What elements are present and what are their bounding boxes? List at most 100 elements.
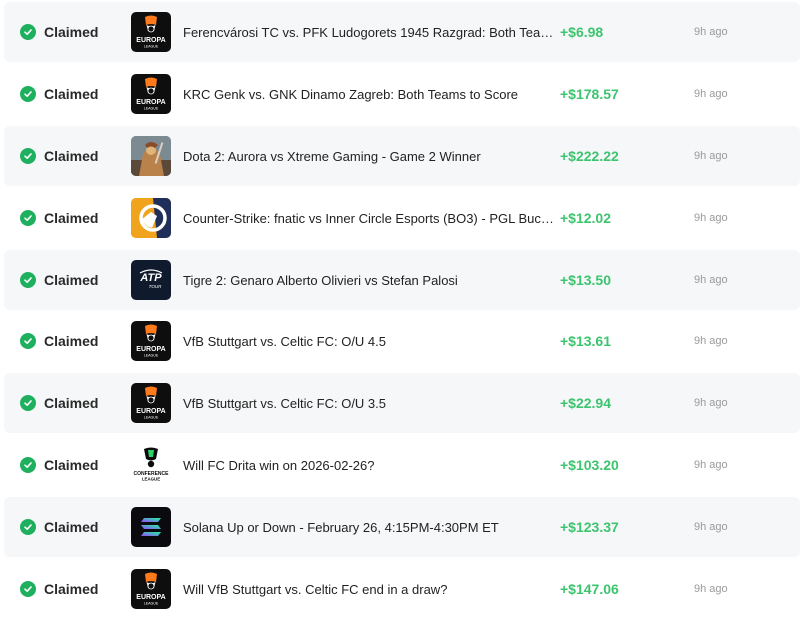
claimed-status: Claimed	[20, 2, 98, 62]
payout-amount: +$22.94	[560, 395, 611, 411]
status-label: Claimed	[44, 581, 99, 597]
claimed-status: Claimed	[20, 311, 98, 371]
market-title-text: VfB Stuttgart vs. Celtic FC: O/U 3.5	[183, 395, 387, 411]
europa-line2: LEAGUE	[144, 602, 159, 606]
europa-league-logo: EUROPA LEAGUE	[131, 569, 171, 609]
check-circle-icon	[20, 272, 36, 288]
status-label: Claimed	[44, 24, 99, 40]
payout-amount: +$147.06	[560, 581, 619, 597]
payout-amount: +$6.98	[560, 24, 604, 40]
claimed-status: Claimed	[20, 497, 98, 557]
atp-tour-logo: ATP TOUR	[131, 260, 171, 300]
market-title-text: KRC Genk vs. GNK Dinamo Zagreb: Both Tea…	[183, 86, 519, 102]
status-label: Claimed	[44, 272, 99, 288]
payout-amount: +$13.61	[560, 333, 611, 349]
market-title-text: Counter-Strike: fnatic vs Inner Circle E…	[183, 210, 555, 226]
check-circle-icon	[20, 395, 36, 411]
check-circle-icon	[20, 519, 36, 535]
payout-amount: +$123.37	[560, 519, 619, 535]
market-title[interactable]: VfB Stuttgart vs. Celtic FC: O/U 4.5	[183, 311, 555, 371]
market-title-text: Solana Up or Down - February 26, 4:15PM-…	[183, 519, 499, 535]
market-title[interactable]: Solana Up or Down - February 26, 4:15PM-…	[183, 497, 555, 557]
check-circle-icon	[20, 24, 36, 40]
market-title[interactable]: Will VfB Stuttgart vs. Celtic FC end in …	[183, 559, 555, 619]
claim-row[interactable]: Claimed ATP TOUR Tigre 2: Genaro Alberto…	[4, 250, 800, 310]
market-title[interactable]: Ferencvárosi TC vs. PFK Ludogorets 1945 …	[183, 2, 555, 62]
timestamp: 9h ago	[694, 274, 728, 286]
claim-row[interactable]: Claimed Solana Up or Down - February 26,…	[4, 497, 800, 557]
europa-league-logo: EUROPA LEAGUE	[131, 74, 171, 114]
market-title-text: Will FC Drita win on 2026-02-26?	[183, 457, 375, 473]
claim-row[interactable]: Claimed Counter-Strike: fnatic vs Inner …	[4, 188, 800, 248]
timestamp: 9h ago	[694, 459, 728, 471]
timestamp: 9h ago	[694, 397, 728, 409]
dota2-hero-logo	[131, 136, 171, 176]
europa-line2: LEAGUE	[144, 354, 159, 358]
claim-row[interactable]: Claimed CONFERENCE LEAGUE Will FC Drita …	[4, 435, 800, 495]
claimed-status: Claimed	[20, 188, 98, 248]
europa-league-logo: EUROPA LEAGUE	[131, 383, 171, 423]
check-circle-icon	[20, 457, 36, 473]
payout-amount: +$12.02	[560, 210, 611, 226]
europa-line1: EUROPA	[136, 594, 165, 601]
claim-row[interactable]: Claimed EUROPA LEAGUE Ferencvárosi TC vs…	[4, 2, 800, 62]
status-label: Claimed	[44, 210, 99, 226]
claimed-status: Claimed	[20, 126, 98, 186]
europa-league-logo: EUROPA LEAGUE	[131, 12, 171, 52]
claim-row[interactable]: Claimed EUROPA LEAGUE Will VfB Stuttgart…	[4, 559, 800, 619]
status-label: Claimed	[44, 395, 99, 411]
claim-row[interactable]: Claimed Dota 2: Aurora vs Xtreme Gaming …	[4, 126, 800, 186]
market-title[interactable]: Counter-Strike: fnatic vs Inner Circle E…	[183, 188, 555, 248]
claimed-status: Claimed	[20, 373, 98, 433]
claim-row[interactable]: Claimed EUROPA LEAGUE KRC Genk vs. GNK D…	[4, 64, 800, 124]
market-title-text: Tigre 2: Genaro Alberto Olivieri vs Stef…	[183, 272, 458, 288]
market-title[interactable]: Will FC Drita win on 2026-02-26?	[183, 435, 555, 495]
europa-line1: EUROPA	[136, 99, 165, 106]
claims-list: Claimed EUROPA LEAGUE Ferencvárosi TC vs…	[0, 0, 800, 625]
status-label: Claimed	[44, 86, 99, 102]
counter-strike-logo	[131, 198, 171, 238]
timestamp: 9h ago	[694, 212, 728, 224]
conference-line2: LEAGUE	[142, 477, 160, 482]
market-title[interactable]: Tigre 2: Genaro Alberto Olivieri vs Stef…	[183, 250, 555, 310]
payout-amount: +$13.50	[560, 272, 611, 288]
check-circle-icon	[20, 210, 36, 226]
timestamp: 9h ago	[694, 150, 728, 162]
europa-line2: LEAGUE	[144, 45, 159, 49]
claimed-status: Claimed	[20, 559, 98, 619]
europa-line1: EUROPA	[136, 37, 165, 44]
timestamp: 9h ago	[694, 26, 728, 38]
claimed-status: Claimed	[20, 435, 98, 495]
status-label: Claimed	[44, 519, 99, 535]
market-title[interactable]: VfB Stuttgart vs. Celtic FC: O/U 3.5	[183, 373, 555, 433]
status-label: Claimed	[44, 457, 99, 473]
payout-amount: +$178.57	[560, 86, 619, 102]
market-title[interactable]: KRC Genk vs. GNK Dinamo Zagreb: Both Tea…	[183, 64, 555, 124]
timestamp: 9h ago	[694, 88, 728, 100]
europa-line1: EUROPA	[136, 408, 165, 415]
status-label: Claimed	[44, 148, 99, 164]
payout-amount: +$103.20	[560, 457, 619, 473]
timestamp: 9h ago	[694, 521, 728, 533]
market-title-text: Dota 2: Aurora vs Xtreme Gaming - Game 2…	[183, 148, 481, 164]
europa-league-logo: EUROPA LEAGUE	[131, 321, 171, 361]
europa-line2: LEAGUE	[144, 107, 159, 111]
europa-line1: EUROPA	[136, 346, 165, 353]
claim-row[interactable]: Claimed EUROPA LEAGUE VfB Stuttgart vs. …	[4, 373, 800, 433]
check-circle-icon	[20, 333, 36, 349]
claim-row[interactable]: Claimed EUROPA LEAGUE VfB Stuttgart vs. …	[4, 311, 800, 371]
payout-amount: +$222.22	[560, 148, 619, 164]
atp-line1: ATP	[139, 272, 162, 284]
check-circle-icon	[20, 86, 36, 102]
status-label: Claimed	[44, 333, 99, 349]
conference-league-logo: CONFERENCE LEAGUE	[131, 445, 171, 485]
solana-logo	[131, 507, 171, 547]
atp-line2: TOUR	[149, 284, 162, 289]
europa-line2: LEAGUE	[144, 416, 159, 420]
market-title[interactable]: Dota 2: Aurora vs Xtreme Gaming - Game 2…	[183, 126, 555, 186]
claimed-status: Claimed	[20, 64, 98, 124]
market-title-text: Will VfB Stuttgart vs. Celtic FC end in …	[183, 581, 448, 597]
check-circle-icon	[20, 581, 36, 597]
timestamp: 9h ago	[694, 335, 728, 347]
timestamp: 9h ago	[694, 583, 728, 595]
